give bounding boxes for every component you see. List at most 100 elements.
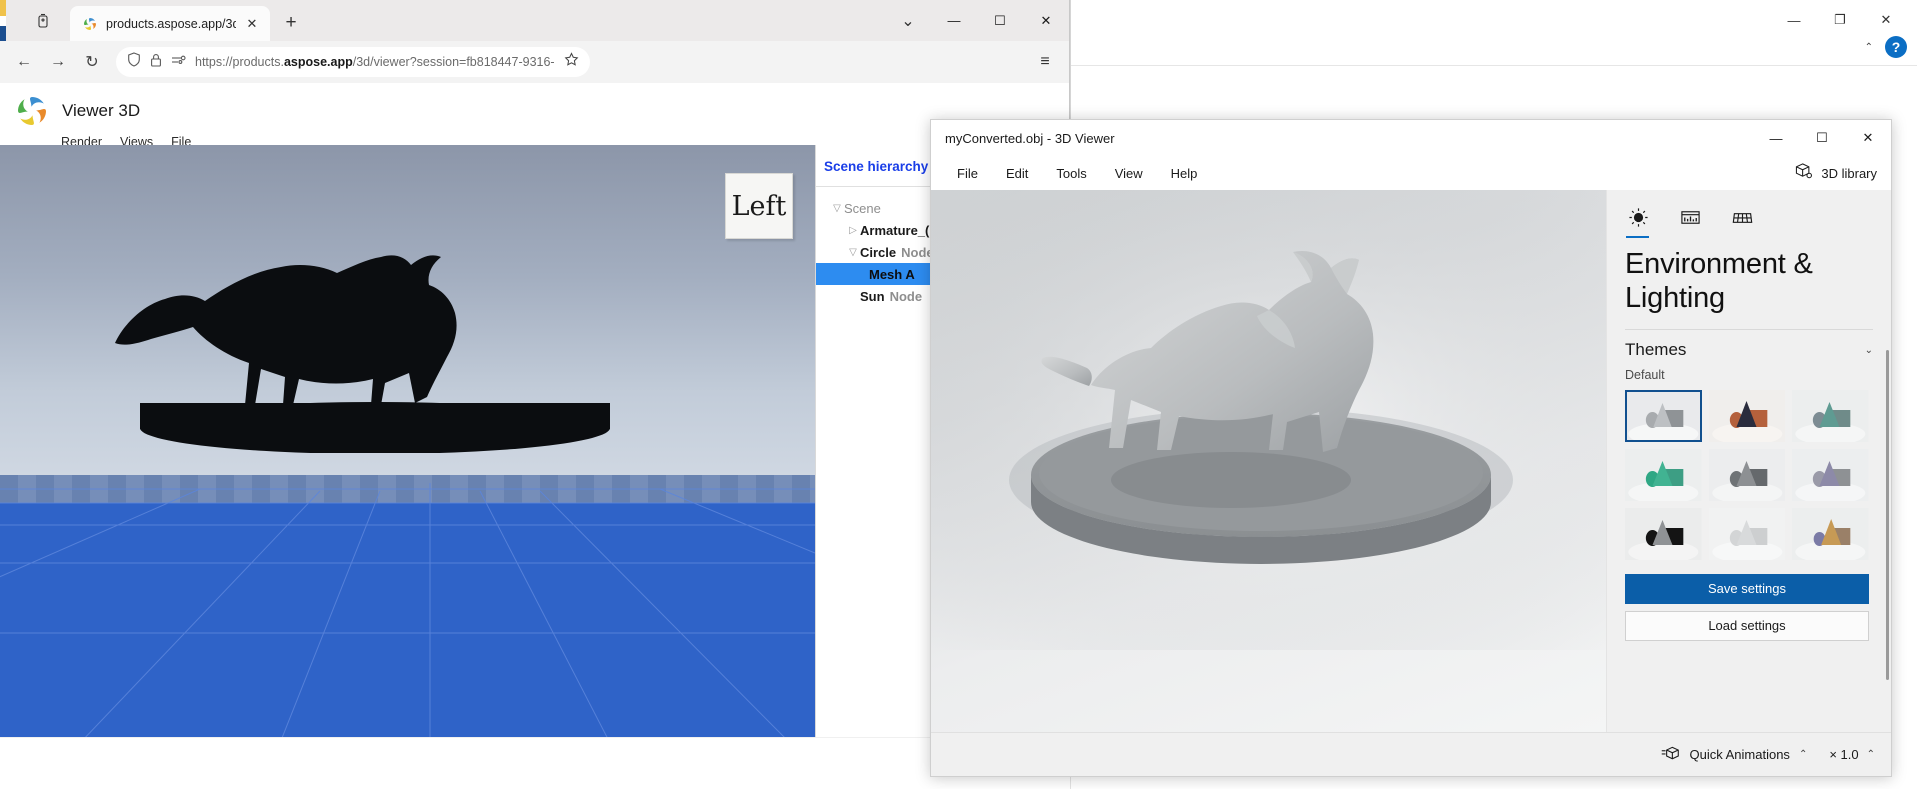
animation-speed-value: × 1.0: [1829, 747, 1859, 762]
load-settings-button[interactable]: Load settings: [1625, 611, 1869, 642]
3d-viewer-maximize-button[interactable]: ☐: [1799, 120, 1845, 156]
3d-viewport[interactable]: [931, 190, 1606, 732]
3d-library-label: 3D library: [1821, 165, 1877, 181]
3d-viewer-statusbar: Quick Animations ⌃ × 1.0 ⌃: [931, 732, 1891, 776]
themes-section-header[interactable]: Themes ⌄: [1607, 330, 1891, 360]
tab-search-icon[interactable]: ⌄: [885, 0, 931, 41]
menu-item-tools[interactable]: Tools: [1042, 160, 1100, 187]
browser-tabstrip: products.aspose.app/3d/viewer ✕ + ⌄ — ☐ …: [0, 0, 1069, 41]
forward-button[interactable]: →: [42, 46, 74, 78]
theme-swatch-warm[interactable]: [1792, 508, 1869, 561]
webapp-page: Viewer 3D Render Views File Left Scene h…: [0, 83, 1069, 737]
chevron-down-icon[interactable]: ▽: [830, 203, 844, 214]
help-icon[interactable]: ?: [1885, 36, 1907, 58]
themes-label: Themes: [1625, 340, 1687, 360]
background-window-divider: [1071, 65, 1917, 66]
chevron-up-icon[interactable]: ⌃: [1799, 749, 1807, 760]
chevron-right-icon[interactable]: ▷: [846, 225, 860, 236]
image-icon[interactable]: [1677, 204, 1703, 230]
background-window-controls: — ❐ ✕: [1771, 5, 1909, 35]
browser-close-button[interactable]: ✕: [1023, 0, 1069, 41]
background-window-subbar: ⌃ ?: [1865, 36, 1907, 58]
webgl-viewport[interactable]: Left: [0, 145, 815, 737]
browser-minimize-button[interactable]: —: [931, 0, 977, 41]
view-orientation-widget[interactable]: Left: [725, 173, 793, 239]
webapp-brand: Viewer 3D: [14, 93, 1069, 129]
3d-viewer-side-panel: Environment & Lighting Themes ⌄ Default: [1606, 190, 1891, 732]
sun-icon[interactable]: [1625, 204, 1651, 238]
shield-icon[interactable]: [127, 52, 141, 72]
browser-window: products.aspose.app/3d/viewer ✕ + ⌄ — ☐ …: [0, 0, 1070, 737]
aspose-logo-icon: [14, 93, 50, 129]
animation-icon: [1661, 745, 1681, 765]
tab-actions-icon[interactable]: [20, 0, 66, 41]
browser-tab-title: products.aspose.app/3d/viewer: [106, 16, 236, 31]
3d-viewer-minimize-button[interactable]: —: [1753, 120, 1799, 156]
chevron-down-icon[interactable]: ▽: [846, 247, 860, 258]
3d-library-button[interactable]: 3D library: [1794, 162, 1877, 184]
background-close-button[interactable]: ✕: [1863, 5, 1909, 35]
background-restore-button[interactable]: ❐: [1817, 5, 1863, 35]
3d-viewer-title: myConverted.obj - 3D Viewer: [945, 130, 1115, 146]
menu-item-edit[interactable]: Edit: [992, 160, 1042, 187]
theme-swatch-grid: [1607, 382, 1891, 561]
tree-node-label: Mesh A: [869, 266, 915, 282]
browser-menu-button[interactable]: ≡: [1029, 46, 1061, 78]
menu-item-file[interactable]: File: [943, 160, 992, 187]
themes-group-label: Default: [1625, 368, 1665, 383]
save-settings-button[interactable]: Save settings: [1625, 574, 1869, 605]
animation-speed-control[interactable]: × 1.0 ⌃: [1829, 747, 1875, 762]
screen: — ❐ ✕ ⌃ ? products.aspose.app/3 ✕ + ⌄ — …: [0, 0, 1917, 789]
lock-icon: [150, 53, 162, 72]
page-title: Viewer 3D: [62, 101, 141, 120]
back-button[interactable]: ←: [8, 46, 40, 78]
window-edge-accent: [0, 0, 10, 41]
reload-button[interactable]: ↻: [76, 46, 108, 78]
webapp-viewer-area: Left Scene hierarchy t ▽ Scene ▷ Armatur…: [0, 145, 1069, 737]
tree-node-label: Circle: [860, 244, 897, 260]
panel-heading: Environment & Lighting: [1625, 248, 1813, 314]
theme-swatch-violet[interactable]: [1792, 449, 1869, 502]
quick-animations-button[interactable]: Quick Animations ⌃: [1661, 745, 1807, 765]
chevron-up-icon[interactable]: ⌃: [1865, 42, 1873, 53]
theme-swatch-teal[interactable]: [1792, 390, 1869, 443]
new-tab-button[interactable]: +: [276, 8, 306, 38]
close-icon[interactable]: ✕: [244, 16, 260, 32]
tree-node-label: Armature_(: [860, 222, 930, 238]
3d-viewer-body: Environment & Lighting Themes ⌄ Default: [931, 190, 1891, 732]
settings-buttons: Save settings Load settings: [1607, 560, 1891, 642]
background-minimize-button[interactable]: —: [1771, 5, 1817, 35]
theme-swatch-default[interactable]: [1625, 390, 1702, 443]
side-panel-scrollbar[interactable]: [1886, 350, 1889, 680]
viewport-grid: [0, 483, 815, 737]
dog-model-silhouette: [85, 233, 665, 458]
menu-item-help[interactable]: Help: [1157, 160, 1212, 187]
3d-viewer-close-button[interactable]: ✕: [1845, 120, 1891, 156]
site-permissions-icon[interactable]: [171, 53, 186, 71]
3d-cube-icon: [1794, 162, 1813, 184]
chevron-up-icon[interactable]: ⌃: [1867, 749, 1875, 760]
webapp-header: Viewer 3D Render Views File: [0, 83, 1069, 149]
quick-animations-label: Quick Animations: [1689, 747, 1790, 762]
grid-icon[interactable]: [1729, 204, 1755, 230]
theme-swatch-emerald[interactable]: [1625, 449, 1702, 502]
background-window-titlebar: — ❐ ✕ ⌃ ?: [1071, 0, 1917, 58]
menu-item-view[interactable]: View: [1101, 160, 1157, 187]
tree-node-type: Node: [889, 288, 923, 304]
browser-tab[interactable]: products.aspose.app/3d/viewer ✕: [70, 6, 270, 41]
tree-node-label: Scene: [844, 200, 881, 216]
3d-viewer-titlebar: myConverted.obj - 3D Viewer — ☐ ✕: [931, 120, 1891, 156]
theme-swatch-grey[interactable]: [1708, 449, 1786, 502]
chevron-down-icon[interactable]: ⌄: [1865, 345, 1873, 356]
theme-swatch-sunset[interactable]: [1708, 390, 1786, 443]
theme-swatch-dark[interactable]: [1625, 508, 1702, 561]
theme-swatch-light[interactable]: [1708, 508, 1786, 561]
star-icon[interactable]: [564, 52, 579, 72]
3d-viewer-menubar: File Edit Tools View Help 3D library: [931, 156, 1891, 190]
3d-viewer-window-controls: — ☐ ✕: [1753, 120, 1891, 156]
side-panel-tabs: [1607, 190, 1891, 238]
browser-maximize-button[interactable]: ☐: [977, 0, 1023, 41]
browser-navbar: ← → ↻ https://products.aspose.app/3d/vie…: [0, 41, 1069, 83]
address-bar[interactable]: https://products.aspose.app/3d/viewer?se…: [116, 47, 590, 77]
aspose-logo-icon: [82, 16, 98, 32]
